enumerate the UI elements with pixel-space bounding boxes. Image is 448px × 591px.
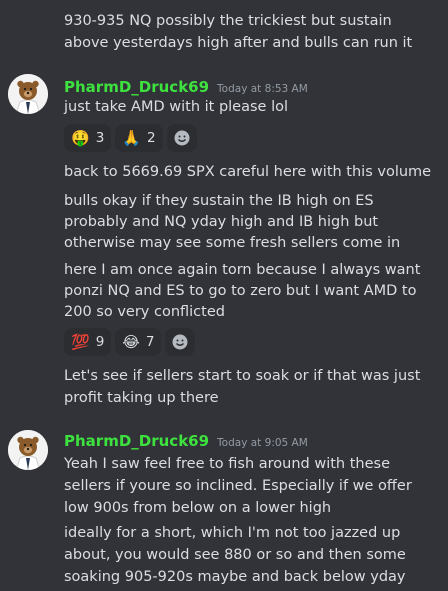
message-text: above yesterdays high after and bulls ca… [64, 35, 413, 51]
hundred-emoji-icon: 💯 [71, 332, 90, 351]
money-mouth-emoji-icon: 🤑 [71, 128, 90, 147]
message-text: about, you would see 880 or so and then … [64, 547, 406, 563]
reaction-pray[interactable]: 🙏 2 [115, 124, 163, 152]
message-header: PharmD_Druck69 Today at 9:05 AM [64, 430, 308, 454]
reaction-hundred[interactable]: 💯 9 [64, 328, 112, 356]
author-name[interactable]: PharmD_Druck69 [64, 78, 209, 96]
message-text: Let's see if sellers start to soak or if… [64, 368, 421, 384]
reaction-money-mouth[interactable]: 🤑 3 [64, 124, 112, 152]
joy-emoji-icon: 😂 [122, 332, 140, 351]
message-text: 200 so very conflicted [64, 304, 225, 320]
message-text: Yeah I saw feel free to fish around with… [64, 456, 391, 472]
avatar[interactable] [8, 430, 48, 470]
pray-emoji-icon: 🙏 [122, 128, 141, 147]
reaction-count: 3 [95, 130, 105, 146]
message-text: soaking 905-920s maybe and back below yd… [64, 569, 406, 585]
reaction-count: 7 [145, 334, 155, 350]
message-text: ponzi NQ and ES to go to zero but I want… [64, 283, 417, 299]
message-text: sellers if youre so inclined. Especially… [64, 478, 412, 494]
message-text: here I am once again torn because I alwa… [64, 262, 421, 278]
add-reaction-button[interactable] [165, 328, 196, 356]
avatar[interactable] [8, 74, 48, 114]
message-text: ideally for a short, which I'm not too j… [64, 525, 401, 541]
add-reaction-button[interactable] [166, 124, 197, 152]
smiley-add-reaction-icon [174, 130, 190, 146]
message-text: profit taking up there [64, 390, 219, 406]
reaction-bar: 💯 9 😂 7 [64, 328, 196, 356]
message-text: probably and NQ yday high and IB high bu… [64, 214, 379, 230]
message-text: bulls okay if they sustain the IB high o… [64, 193, 374, 209]
bear-avatar-icon [8, 74, 48, 114]
message-text: otherwise may see some fresh sellers com… [64, 235, 401, 251]
reaction-bar: 🤑 3 🙏 2 [64, 124, 197, 152]
reaction-count: 2 [146, 130, 156, 146]
smiley-add-reaction-icon [172, 334, 188, 350]
timestamp[interactable]: Today at 9:05 AM [217, 437, 308, 449]
bear-avatar-icon [8, 430, 48, 470]
message-text: low 900s from below on a lower high [64, 500, 332, 516]
message-text: back to 5669.69 SPX careful here with th… [64, 164, 432, 180]
author-name[interactable]: PharmD_Druck69 [64, 432, 209, 450]
message-text: 930-935 NQ possibly the trickiest but su… [64, 13, 392, 29]
reaction-joy[interactable]: 😂 7 [115, 328, 162, 356]
message-text: just take AMD with it please lol [64, 99, 288, 115]
reaction-count: 9 [95, 334, 105, 350]
timestamp[interactable]: Today at 8:53 AM [217, 83, 308, 95]
